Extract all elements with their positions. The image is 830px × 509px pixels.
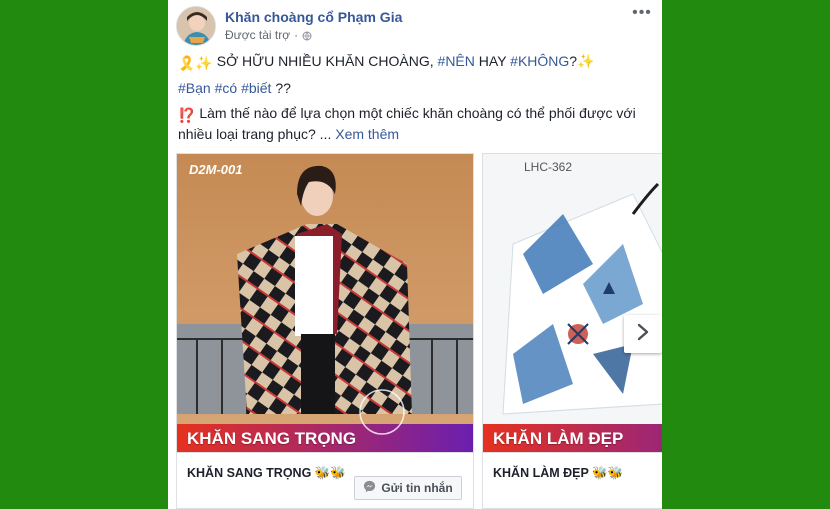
hashtag-ban[interactable]: #Bạn xyxy=(178,80,211,96)
hashtag-khong[interactable]: #KHÔNG xyxy=(510,53,569,69)
globe-icon xyxy=(302,30,312,41)
post-text-line-3: ⁉️ Làm thế nào để lựa chọn một chiếc khă… xyxy=(178,104,652,125)
card-title[interactable]: KHĂN SANG TRỌNG 🐝🐝 xyxy=(187,466,346,481)
chevron-right-icon xyxy=(636,323,650,346)
hashtag-biet[interactable]: #biết xyxy=(241,80,271,96)
headline-text: SỞ HỮU NHIỀU KHĂN CHOÀNG, xyxy=(216,53,434,69)
carousel-card[interactable]: D2M-001 KHĂN SANG TRỌNG KHĂN SANG TRỌNG … xyxy=(176,153,474,509)
headline-mid: HAY xyxy=(478,53,507,69)
interrobang-emoji: ⁉️ xyxy=(178,107,196,123)
post-text-line-1: 🎗️✨ SỞ HỮU NHIỀU KHĂN CHOÀNG, #NÊN HAY #… xyxy=(178,52,652,73)
post-text-line-2: #Bạn #có #biết ?? xyxy=(178,79,652,98)
body-text-cont: nhiều loại trang phục? ... xyxy=(178,126,332,142)
see-more-link[interactable]: Xem thêm xyxy=(335,126,399,142)
meta-separator: · xyxy=(294,28,299,42)
hashtag-co[interactable]: #có xyxy=(215,80,238,96)
product-image[interactable]: D2M-001 KHĂN SANG TRỌNG xyxy=(177,154,473,452)
card-title[interactable]: KHĂN LÀM ĐẸP 🐝🐝 xyxy=(493,466,623,481)
product-banner-text: KHĂN LÀM ĐẸP xyxy=(493,429,624,448)
headline-suffix: ?✨ xyxy=(569,53,595,69)
card-footer: KHĂN LÀM ĐẸP 🐝🐝 xyxy=(483,452,662,508)
card-footer: KHĂN SANG TRỌNG 🐝🐝 Gửi tin nhắn xyxy=(177,452,473,508)
body-text: Làm thế nào để lựa chọn một chiếc khăn c… xyxy=(199,105,636,121)
sponsored-label[interactable]: Được tài trợ xyxy=(225,28,290,42)
send-message-button[interactable]: Gửi tin nhắn xyxy=(354,476,462,500)
post-meta: Được tài trợ · xyxy=(225,28,312,42)
ribbon-sparkle-emoji: 🎗️✨ xyxy=(178,55,213,71)
product-code: D2M-001 xyxy=(189,162,243,177)
sponsored-post: Khăn choàng cổ Phạm Gia Được tài trợ · •… xyxy=(168,0,662,509)
post-text-line-4: nhiều loại trang phục? ... Xem thêm xyxy=(178,125,652,144)
product-image[interactable]: LHC-362 KHĂN LÀM ĐẸP xyxy=(483,154,662,452)
product-code: LHC-362 xyxy=(524,160,573,174)
question-suffix: ?? xyxy=(275,80,291,96)
more-options-button[interactable]: ••• xyxy=(632,5,652,24)
hashtag-nen[interactable]: #NÊN xyxy=(438,53,475,69)
carousel-next-button[interactable] xyxy=(624,315,662,353)
post-header: Khăn choàng cổ Phạm Gia Được tài trợ · •… xyxy=(176,5,654,46)
page-avatar[interactable] xyxy=(176,6,216,46)
page-name[interactable]: Khăn choàng cổ Phạm Gia xyxy=(225,9,402,25)
product-banner-text: KHĂN SANG TRỌNG xyxy=(187,429,357,448)
product-carousel: D2M-001 KHĂN SANG TRỌNG KHĂN SANG TRỌNG … xyxy=(176,153,662,509)
send-message-label: Gửi tin nhắn xyxy=(381,481,453,495)
messenger-icon xyxy=(363,480,376,496)
post-text: 🎗️✨ SỞ HỮU NHIỀU KHĂN CHOÀNG, #NÊN HAY #… xyxy=(178,52,652,150)
